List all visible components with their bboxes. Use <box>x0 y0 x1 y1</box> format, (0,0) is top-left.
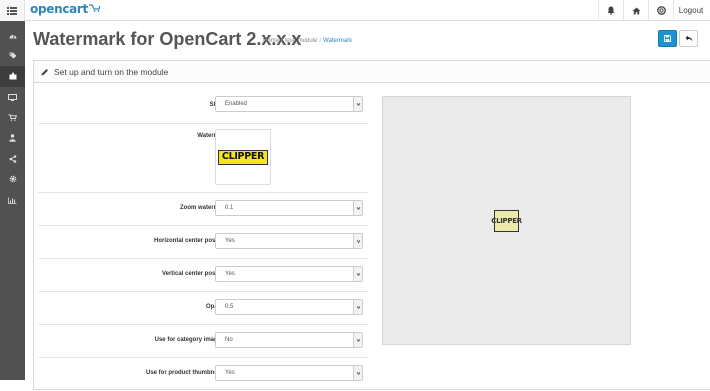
opacity-row: Opacity 0.5 <box>38 292 368 325</box>
sidebar-item-design[interactable] <box>0 87 25 108</box>
page-title: Watermark for OpenCart 2.x.x.x <box>33 29 302 49</box>
status-value: Enabled <box>225 101 248 107</box>
opacity-select[interactable]: 0.5 <box>215 299 363 315</box>
help-button[interactable] <box>648 0 673 21</box>
system-cog-icon <box>9 176 16 183</box>
chevron-down-icon <box>353 300 362 314</box>
category-images-row: Use for category images? No <box>38 325 368 358</box>
vertical-center-row: Vertical center position Yes <box>38 259 368 292</box>
sidebar-item-marketing[interactable] <box>0 149 25 170</box>
vertical-center-select[interactable]: Yes <box>215 266 363 282</box>
sidebar-item-system[interactable] <box>0 169 25 190</box>
sidebar-item-extensions[interactable] <box>0 66 25 87</box>
sidebar-nav <box>0 21 25 380</box>
chevron-down-icon <box>353 201 362 215</box>
opacity-value: 0.5 <box>225 304 234 310</box>
breadcrumb-watermark-link[interactable]: Watermark <box>323 38 352 44</box>
catalog-tag-icon <box>9 52 16 59</box>
product-thumbnails-row: Use for product thumbnails? Yes <box>38 358 368 391</box>
pencil-icon <box>41 68 48 75</box>
breadcrumb: Home / test_module / Watermark <box>263 38 353 44</box>
menu-toggle-button[interactable] <box>0 0 25 21</box>
status-row: Status Enabled <box>38 91 368 124</box>
notifications-button[interactable] <box>598 0 623 21</box>
horizontal-center-row: Horizontal center position Yes <box>38 226 368 259</box>
breadcrumb-home-link[interactable]: Home <box>263 38 279 44</box>
reports-chart-icon <box>8 197 17 204</box>
chevron-down-icon <box>353 234 362 248</box>
logout-button[interactable]: Logout <box>673 0 710 21</box>
sales-cart-icon <box>8 114 17 122</box>
design-monitor-icon <box>8 93 17 101</box>
customers-user-icon <box>9 134 16 142</box>
zoom-row: Zoom watermark 0.1 <box>38 193 368 226</box>
chevron-down-icon <box>353 333 362 347</box>
top-header: opencart Logout <box>0 0 710 21</box>
sidebar-item-customers[interactable] <box>0 128 25 149</box>
sidebar-item-dashboard[interactable] <box>0 25 25 46</box>
preview-watermark: CLIPPER <box>491 210 522 232</box>
panel-heading-text: Set up and turn on the module <box>54 66 169 77</box>
store-home-button[interactable] <box>623 0 648 21</box>
breadcrumb-module-link[interactable]: test_module <box>285 38 318 44</box>
product-thumbnails-select[interactable]: Yes <box>215 365 363 381</box>
horizontal-center-select[interactable]: Yes <box>215 233 363 249</box>
life-ring-icon <box>656 6 666 15</box>
zoom-value: 0.1 <box>225 205 234 211</box>
menu-toggle-icon <box>7 6 17 15</box>
reply-arrow-icon <box>685 35 692 42</box>
back-button[interactable] <box>679 30 698 47</box>
logout-label: Logout <box>678 6 704 15</box>
category-images-value: No <box>225 337 233 343</box>
cart-logo-icon <box>88 4 101 12</box>
dashboard-icon <box>9 34 16 39</box>
watermark-preview: CLIPPER <box>382 96 631 345</box>
save-floppy-icon <box>664 35 671 42</box>
sidebar-item-catalog[interactable] <box>0 46 25 67</box>
horizontal-center-value: Yes <box>225 238 235 244</box>
watermark-image: CLIPPER <box>218 149 268 165</box>
zoom-select[interactable]: 0.1 <box>215 200 363 216</box>
save-button[interactable] <box>658 30 677 47</box>
extensions-puzzle-icon <box>9 72 16 80</box>
marketing-share-icon <box>9 155 16 163</box>
vertical-center-value: Yes <box>225 271 235 277</box>
watermark-image-thumb[interactable]: CLIPPER <box>215 129 271 185</box>
home-icon <box>632 7 640 14</box>
status-select[interactable]: Enabled <box>215 96 363 112</box>
category-images-select[interactable]: No <box>215 332 363 348</box>
sidebar-item-sales[interactable] <box>0 107 25 128</box>
chevron-down-icon <box>353 366 362 380</box>
chevron-down-icon <box>353 267 362 281</box>
bell-icon <box>607 6 615 15</box>
panel-heading: Set up and turn on the module <box>34 61 710 83</box>
opencart-logo[interactable]: opencart <box>30 2 101 16</box>
module-settings-panel: Set up and turn on the module Status Ena… <box>33 60 710 390</box>
chevron-down-icon <box>353 97 362 111</box>
sidebar-item-reports[interactable] <box>0 190 25 211</box>
product-thumbnails-value: Yes <box>225 370 235 376</box>
brand-name: opencart <box>30 2 88 16</box>
watermark-row: Watermark CLIPPER <box>38 124 368 193</box>
